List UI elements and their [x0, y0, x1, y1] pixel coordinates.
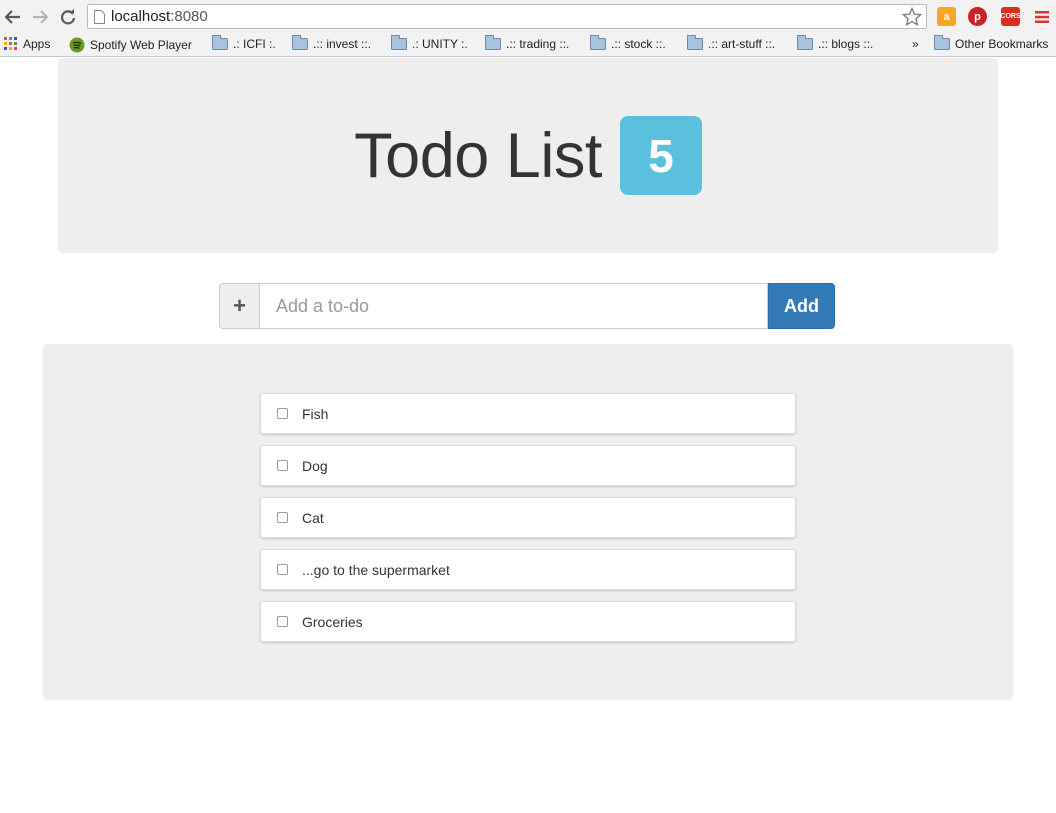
bookmark-label: Apps	[23, 37, 51, 51]
todo-item: Groceries	[260, 601, 796, 642]
plus-icon: +	[219, 283, 259, 329]
url-port: :8080	[170, 8, 208, 25]
todo-item: Cat	[260, 497, 796, 538]
todo-item: Fish	[260, 393, 796, 434]
amazon-extension-icon[interactable]: a	[937, 7, 956, 26]
bookmark-folder-art-stuff[interactable]: .:: art-stuff ::.	[687, 35, 776, 51]
menu-icon[interactable]	[1032, 7, 1052, 27]
address-bar[interactable]: localhost:8080	[87, 4, 927, 29]
bookmark-label: Other Bookmarks	[955, 37, 1049, 51]
pinterest-extension-icon[interactable]: p	[968, 7, 987, 26]
bookmark-label: .: ICFI :.	[233, 37, 276, 51]
folder-icon	[212, 35, 228, 50]
header-jumbotron: Todo List 5	[58, 58, 998, 253]
folder-icon	[391, 35, 407, 50]
spotify-icon	[69, 37, 85, 53]
browser-toolbar: localhost:8080 a p CORS	[0, 0, 1056, 33]
folder-icon	[292, 35, 308, 50]
bookmark-folder-unity[interactable]: .: UNITY :.	[391, 35, 468, 51]
new-todo-input[interactable]	[259, 283, 768, 329]
todo-checkbox[interactable]	[277, 460, 288, 471]
todo-label: Fish	[302, 405, 329, 422]
bookmark-label: .:: trading ::.	[506, 37, 570, 51]
url-host: localhost	[111, 8, 171, 25]
todo-label: ...go to the supermarket	[302, 561, 450, 578]
bookmarks-overflow-button[interactable]: »	[912, 37, 919, 51]
new-todo-form: + Add	[219, 283, 835, 329]
bookmark-label: .:: stock ::.	[611, 37, 666, 51]
page-title-text: Todo List	[354, 120, 602, 191]
bookmark-label: .: UNITY :.	[412, 37, 468, 51]
folder-icon	[797, 35, 813, 50]
forward-icon[interactable]	[30, 7, 50, 27]
todo-checkbox[interactable]	[277, 512, 288, 523]
bookmark-star-icon[interactable]	[902, 7, 922, 27]
todo-item: ...go to the supermarket	[260, 549, 796, 590]
page-title: Todo List 5	[354, 116, 702, 195]
folder-icon	[934, 35, 950, 50]
bookmark-folder-trading[interactable]: .:: trading ::.	[485, 35, 570, 51]
bookmarks-bar: Apps Spotify Web Player .: ICFI :. .:: i…	[0, 33, 1056, 57]
todo-list: Fish Dog Cat ...go to the supermarket Gr…	[260, 393, 796, 653]
todo-label: Dog	[302, 457, 328, 474]
bookmark-folder-stock[interactable]: .:: stock ::.	[590, 35, 666, 51]
bookmark-other-bookmarks[interactable]: Other Bookmarks	[934, 35, 1049, 51]
apps-grid-icon	[4, 37, 17, 50]
bookmark-label: .:: blogs ::.	[818, 37, 874, 51]
todo-label: Groceries	[302, 613, 363, 630]
page-icon	[94, 9, 105, 24]
todo-list-panel: Fish Dog Cat ...go to the supermarket Gr…	[43, 344, 1013, 700]
folder-icon	[590, 35, 606, 50]
bookmark-label: Spotify Web Player	[90, 38, 192, 52]
folder-icon	[485, 35, 501, 50]
todo-item: Dog	[260, 445, 796, 486]
todo-label: Cat	[302, 509, 324, 526]
bookmark-folder-icfi[interactable]: .: ICFI :.	[212, 35, 276, 51]
todo-count-badge: 5	[619, 116, 702, 195]
reload-icon[interactable]	[58, 7, 78, 27]
todo-checkbox[interactable]	[277, 564, 288, 575]
folder-icon	[687, 35, 703, 50]
todo-checkbox[interactable]	[277, 408, 288, 419]
bookmark-folder-invest[interactable]: .:: invest ::.	[292, 35, 372, 51]
todo-checkbox[interactable]	[277, 616, 288, 627]
add-button[interactable]: Add	[768, 283, 835, 329]
bookmark-label: .:: art-stuff ::.	[708, 37, 776, 51]
bookmark-spotify[interactable]: Spotify Web Player	[69, 37, 192, 53]
bookmark-apps[interactable]: Apps	[4, 37, 50, 51]
cors-extension-icon[interactable]: CORS	[1000, 7, 1021, 26]
bookmark-folder-blogs[interactable]: .:: blogs ::.	[797, 35, 874, 51]
bookmark-label: .:: invest ::.	[313, 37, 372, 51]
back-icon[interactable]	[3, 7, 23, 27]
